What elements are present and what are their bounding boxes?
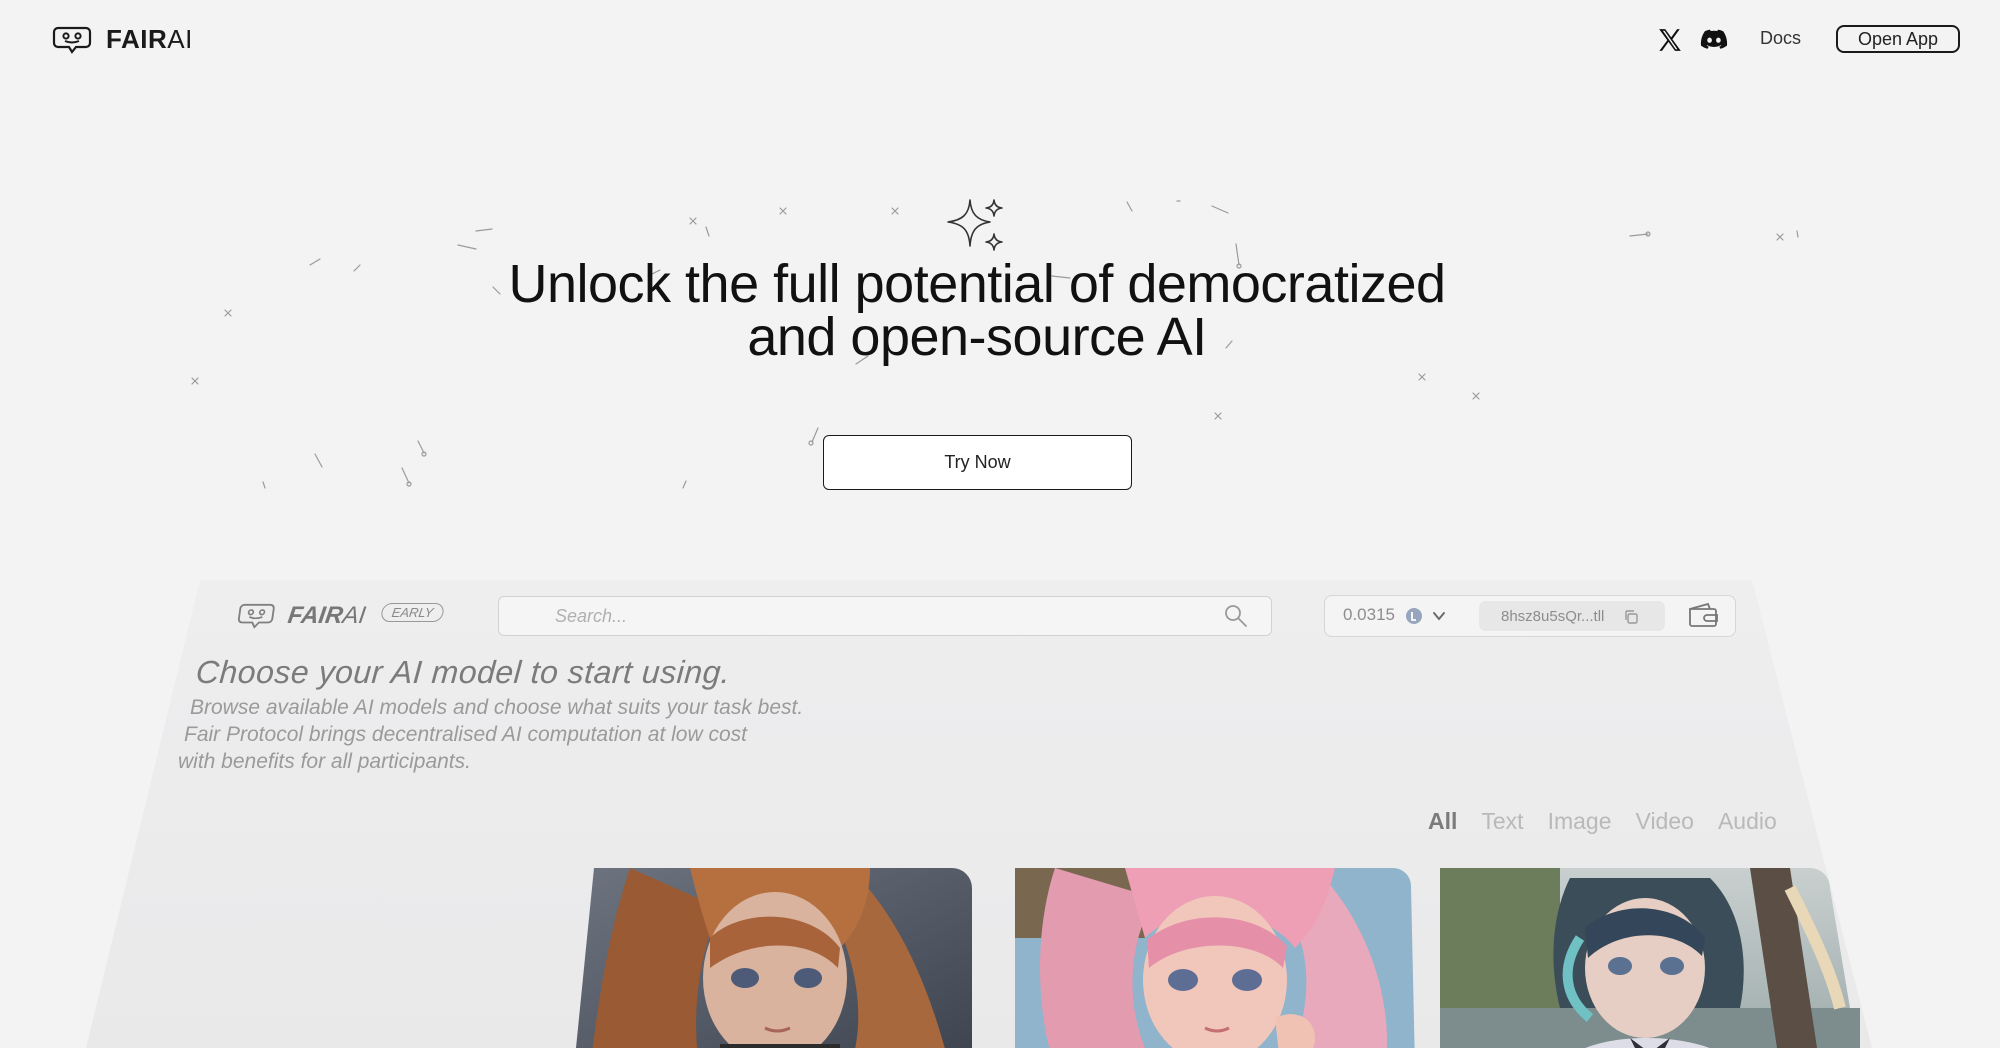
preview-search-input[interactable]: Search... (498, 596, 1272, 636)
try-now-button[interactable]: Try Now (823, 435, 1132, 490)
preview-heading: Choose your AI model to start using. (194, 654, 732, 690)
balance-value: 0.0315 (1343, 605, 1395, 624)
preview-description-line-3: with benefits for all participants. (178, 750, 471, 773)
hero-title-line-1: Unlock the full potential of democratize… (508, 254, 1446, 314)
search-icon[interactable] (1223, 603, 1249, 629)
model-card[interactable] (570, 868, 976, 1048)
tab-text[interactable]: Text (1481, 808, 1523, 835)
coin-icon (1406, 608, 1422, 624)
model-card[interactable] (1440, 868, 1860, 1048)
sparkle-icon (947, 199, 1003, 251)
chevron-down-icon[interactable] (1432, 609, 1446, 623)
chat-bot-logo-icon (237, 603, 275, 629)
hero-title-line-2: and open-source AI (747, 307, 1207, 367)
preview-brand-name: FAIRAI (286, 602, 368, 629)
hero-title: Unlock the full potential of democratize… (400, 254, 1554, 367)
tab-audio[interactable]: Audio (1718, 808, 1777, 835)
preview-description-line-2: Fair Protocol brings decentralised AI co… (184, 723, 747, 746)
preview-brand-logo[interactable]: FAIRAI EARLY (234, 602, 445, 630)
app-preview: FAIRAI EARLY Search... 0.0315 8hsz8u5sQr… (0, 580, 2000, 1048)
open-app-button[interactable]: Open App (1836, 25, 1960, 53)
wallet-icon[interactable] (1687, 602, 1719, 628)
brand-name: FAIRAI (106, 24, 193, 54)
preview-description-line-1: Browse available AI models and choose wh… (190, 696, 804, 719)
wallet-address: 8hsz8u5sQr...tll (1501, 608, 1605, 625)
chat-bot-logo-icon (52, 26, 92, 54)
discord-icon[interactable] (1700, 28, 1728, 52)
x-twitter-icon[interactable] (1657, 27, 1683, 53)
model-card[interactable] (1015, 868, 1415, 1048)
tab-all[interactable]: All (1428, 808, 1457, 835)
docs-link[interactable]: Docs (1760, 28, 1801, 49)
category-tabs: All Text Image Video Audio (1428, 808, 1801, 835)
tab-image[interactable]: Image (1548, 808, 1612, 835)
model-card-image (1440, 868, 1860, 1048)
tab-video[interactable]: Video (1636, 808, 1694, 835)
wallet-bar: 0.0315 8hsz8u5sQr...tll (1324, 595, 1736, 637)
search-placeholder: Search... (555, 606, 628, 626)
model-card-image (576, 868, 972, 1048)
top-navigation: FAIRAI Docs Open App (0, 0, 2000, 80)
brand-logo[interactable]: FAIRAI (52, 24, 193, 55)
copy-icon[interactable] (1623, 609, 1639, 625)
model-card-image (1015, 868, 1415, 1048)
wallet-address-chip[interactable]: 8hsz8u5sQr...tll (1479, 601, 1665, 631)
early-badge: EARLY (380, 602, 445, 622)
